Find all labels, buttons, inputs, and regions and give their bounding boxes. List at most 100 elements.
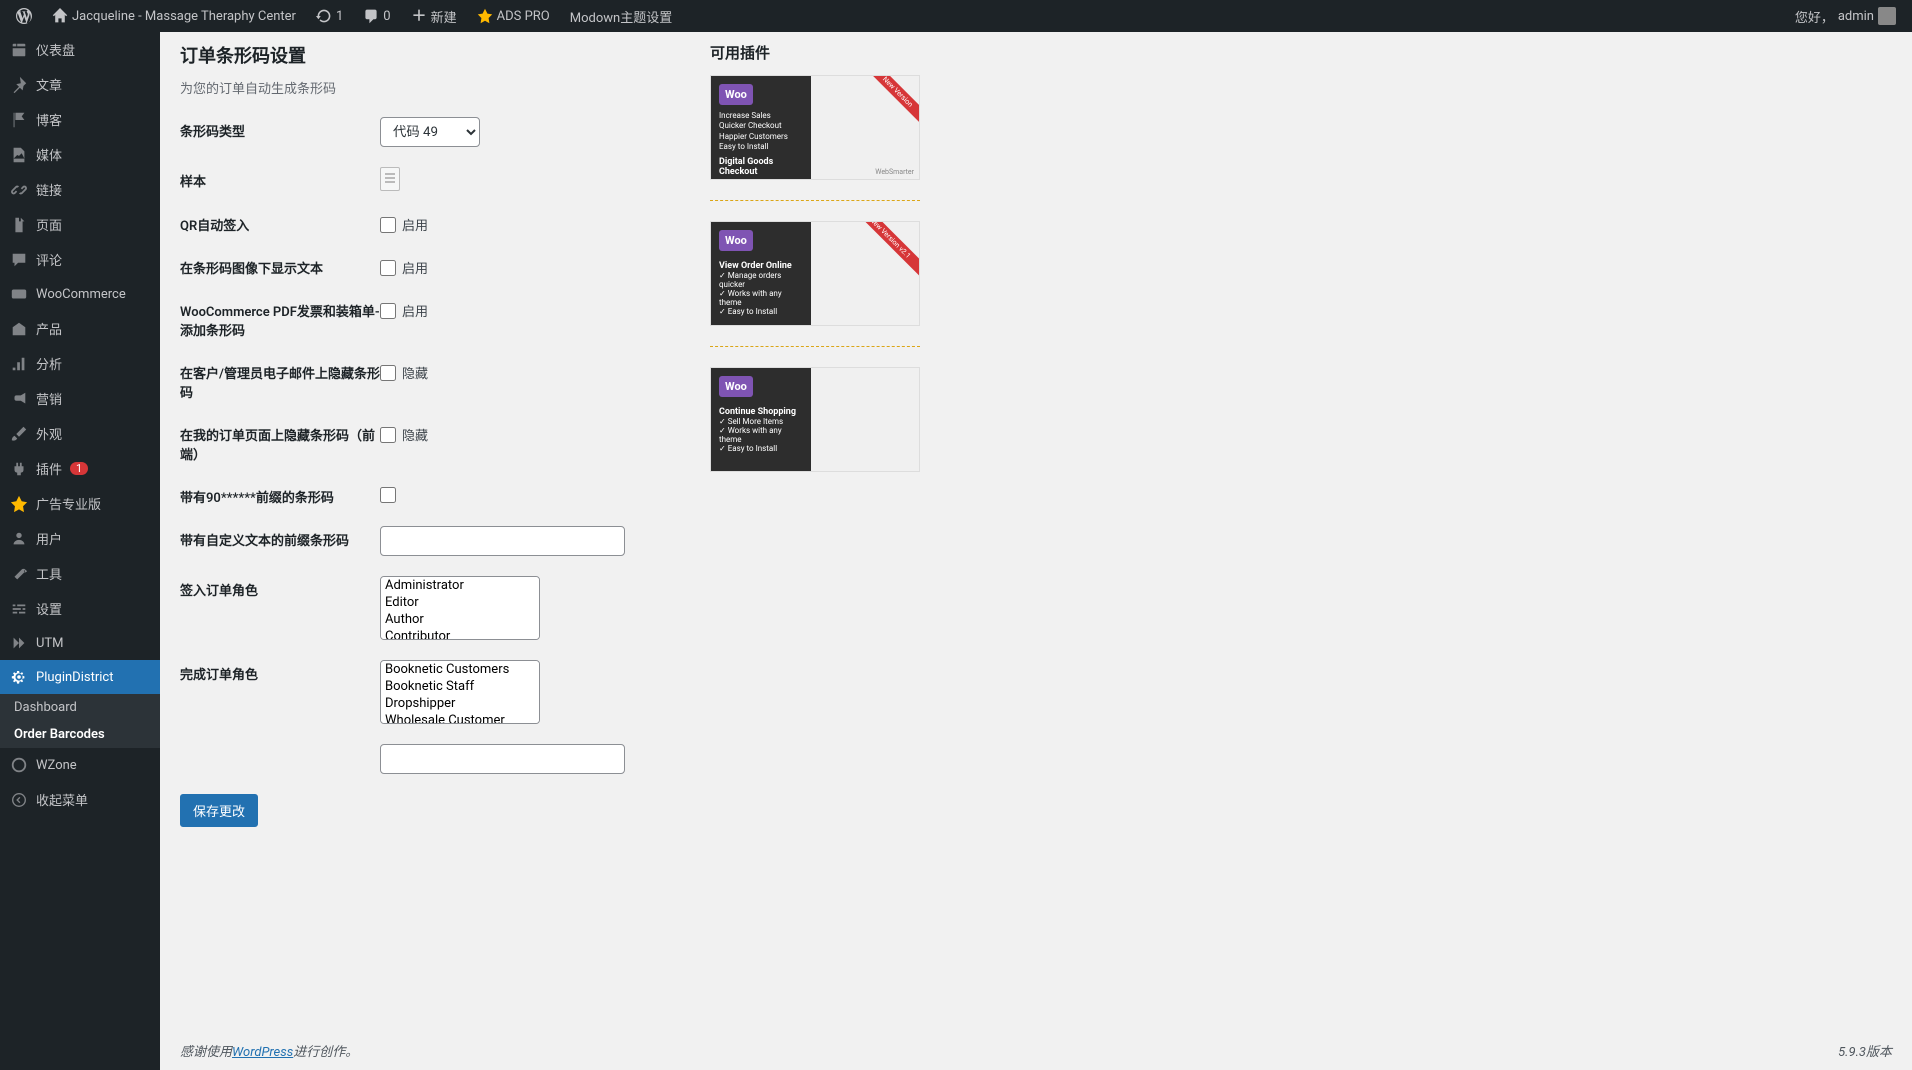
- plugin-feature: Easy to Install: [719, 142, 803, 152]
- plugin-card-digital-goods[interactable]: Woo Increase Sales Quicker Checkout Happ…: [710, 75, 920, 180]
- menu-marketing[interactable]: 营销: [0, 381, 160, 416]
- menu-label: 博客: [36, 110, 62, 129]
- menu-woocommerce[interactable]: WooCommerce: [0, 277, 160, 311]
- modown-label: Modown主题设置: [570, 7, 672, 26]
- plugin-feature: Manage orders quicker: [719, 271, 803, 289]
- page-title: 订单条形码设置: [180, 42, 650, 68]
- menu-appearance[interactable]: 外观: [0, 416, 160, 451]
- barcode-type-select[interactable]: 代码 49: [380, 117, 480, 147]
- menu-links[interactable]: 链接: [0, 172, 160, 207]
- hide-orderpage-label: 在我的订单页面上隐藏条形码（前端）: [180, 421, 380, 463]
- hide-orderpage-checkbox[interactable]: [380, 427, 396, 443]
- submenu-plugindistrict: Dashboard Order Barcodes: [0, 694, 160, 748]
- role-option[interactable]: Dropshipper: [381, 695, 539, 712]
- menu-utm[interactable]: UTM: [0, 626, 160, 660]
- role-option[interactable]: Author: [381, 611, 539, 628]
- submenu-order-barcodes[interactable]: Order Barcodes: [0, 721, 160, 748]
- wp-logo[interactable]: [8, 0, 40, 32]
- role-option[interactable]: Booknetic Staff: [381, 678, 539, 695]
- qr-autosign-checkbox[interactable]: [380, 217, 396, 233]
- plugin-feature: Works with any theme: [719, 289, 803, 307]
- comments-icon: [10, 251, 28, 269]
- comments-link[interactable]: 0: [355, 0, 398, 32]
- menu-wzone[interactable]: WZone: [0, 748, 160, 782]
- plugin-card-continue-shopping[interactable]: Woo Continue Shopping Sell More Items Wo…: [710, 367, 920, 472]
- new-content-link[interactable]: 新建: [403, 0, 465, 32]
- menu-label: 设置: [36, 599, 62, 618]
- plugin-card-view-order[interactable]: Woo View Order Online Manage orders quic…: [710, 221, 920, 326]
- version-label: 5.9.3版本: [1838, 1041, 1892, 1060]
- extra-text-input[interactable]: [380, 744, 625, 774]
- link-icon: [10, 181, 28, 199]
- menu-analytics[interactable]: 分析: [0, 346, 160, 381]
- menu-plugindistrict[interactable]: PluginDistrict: [0, 660, 160, 694]
- gear-icon: [10, 668, 28, 686]
- wordpress-icon: [16, 8, 32, 24]
- prefix-90-checkbox[interactable]: [380, 487, 396, 503]
- pdf-invoice-checkbox[interactable]: [380, 303, 396, 319]
- submenu-dashboard[interactable]: Dashboard: [0, 694, 160, 721]
- menu-blog[interactable]: 博客: [0, 102, 160, 137]
- wordpress-link[interactable]: WordPress: [232, 1045, 293, 1060]
- sample-label: 样本: [180, 167, 380, 190]
- admin-sidebar: 仪表盘 文章 博客 媒体 链接 页面 评论 WooCommerce 产品 分析 …: [0, 32, 160, 1070]
- plugins-title: 可用插件: [710, 42, 920, 63]
- wrench-icon: [10, 565, 28, 583]
- role-option[interactable]: Editor: [381, 594, 539, 611]
- hide-text: 隐藏: [402, 425, 428, 444]
- footer-thanks-suffix: 进行创作。: [293, 1045, 358, 1060]
- text-below-label: 在条形码图像下显示文本: [180, 254, 380, 277]
- woo-badge: Woo: [719, 230, 753, 251]
- wzone-icon: [10, 756, 28, 774]
- plus-icon: [411, 8, 427, 24]
- pin-icon: [10, 76, 28, 94]
- brush-icon: [10, 425, 28, 443]
- menu-label: WooCommerce: [36, 287, 126, 302]
- menu-ads-pro[interactable]: 广告专业版: [0, 486, 160, 521]
- ads-pro-link[interactable]: ADS PRO: [469, 0, 558, 32]
- menu-tools[interactable]: 工具: [0, 556, 160, 591]
- modown-link[interactable]: Modown主题设置: [562, 0, 680, 32]
- utm-icon: [10, 634, 28, 652]
- plugin-title: Continue Shopping: [719, 407, 803, 417]
- site-name-link[interactable]: Jacqueline - Massage Theraphy Center: [44, 0, 304, 32]
- plugins-badge: 1: [70, 462, 88, 475]
- menu-comments[interactable]: 评论: [0, 242, 160, 277]
- role-option[interactable]: Booknetic Customers: [381, 661, 539, 678]
- dashboard-icon: [10, 41, 28, 59]
- enable-text: 启用: [402, 301, 428, 320]
- comments-count: 0: [383, 9, 390, 24]
- role-option[interactable]: Administrator: [381, 577, 539, 594]
- main-content: 订单条形码设置 为您的订单自动生成条形码 条形码类型 代码 49 样本 QR自动…: [160, 32, 1912, 867]
- save-button[interactable]: 保存更改: [180, 794, 258, 827]
- avatar: [1878, 7, 1896, 25]
- menu-label: 收起菜单: [36, 790, 88, 809]
- plugin-feature: Sell More Items: [719, 417, 803, 426]
- hide-email-checkbox[interactable]: [380, 365, 396, 381]
- menu-settings[interactable]: 设置: [0, 591, 160, 626]
- menu-plugins[interactable]: 插件 1: [0, 451, 160, 486]
- menu-pages[interactable]: 页面: [0, 207, 160, 242]
- role-option[interactable]: Wholesale Customer: [381, 712, 539, 724]
- complete-roles-select[interactable]: Booknetic Customers Booknetic Staff Drop…: [380, 660, 540, 724]
- plugin-feature: Quicker Checkout: [719, 121, 803, 131]
- pdf-invoice-label: WooCommerce PDF发票和装箱单-添加条形码: [180, 297, 380, 339]
- menu-products[interactable]: 产品: [0, 311, 160, 346]
- divider: [710, 200, 920, 201]
- products-icon: [10, 320, 28, 338]
- menu-users[interactable]: 用户: [0, 521, 160, 556]
- hide-text: 隐藏: [402, 363, 428, 382]
- menu-posts[interactable]: 文章: [0, 67, 160, 102]
- updates-link[interactable]: 1: [308, 0, 351, 32]
- custom-prefix-input[interactable]: [380, 526, 625, 556]
- checkin-roles-select[interactable]: Administrator Editor Author Contributor: [380, 576, 540, 640]
- role-option[interactable]: Contributor: [381, 628, 539, 640]
- my-account-link[interactable]: 您好， admin: [1787, 0, 1904, 32]
- menu-dashboard[interactable]: 仪表盘: [0, 32, 160, 67]
- collapse-icon: [10, 791, 28, 809]
- home-icon: [52, 8, 68, 24]
- menu-media[interactable]: 媒体: [0, 137, 160, 172]
- text-below-checkbox[interactable]: [380, 260, 396, 276]
- page-icon: [10, 216, 28, 234]
- menu-collapse[interactable]: 收起菜单: [0, 782, 160, 817]
